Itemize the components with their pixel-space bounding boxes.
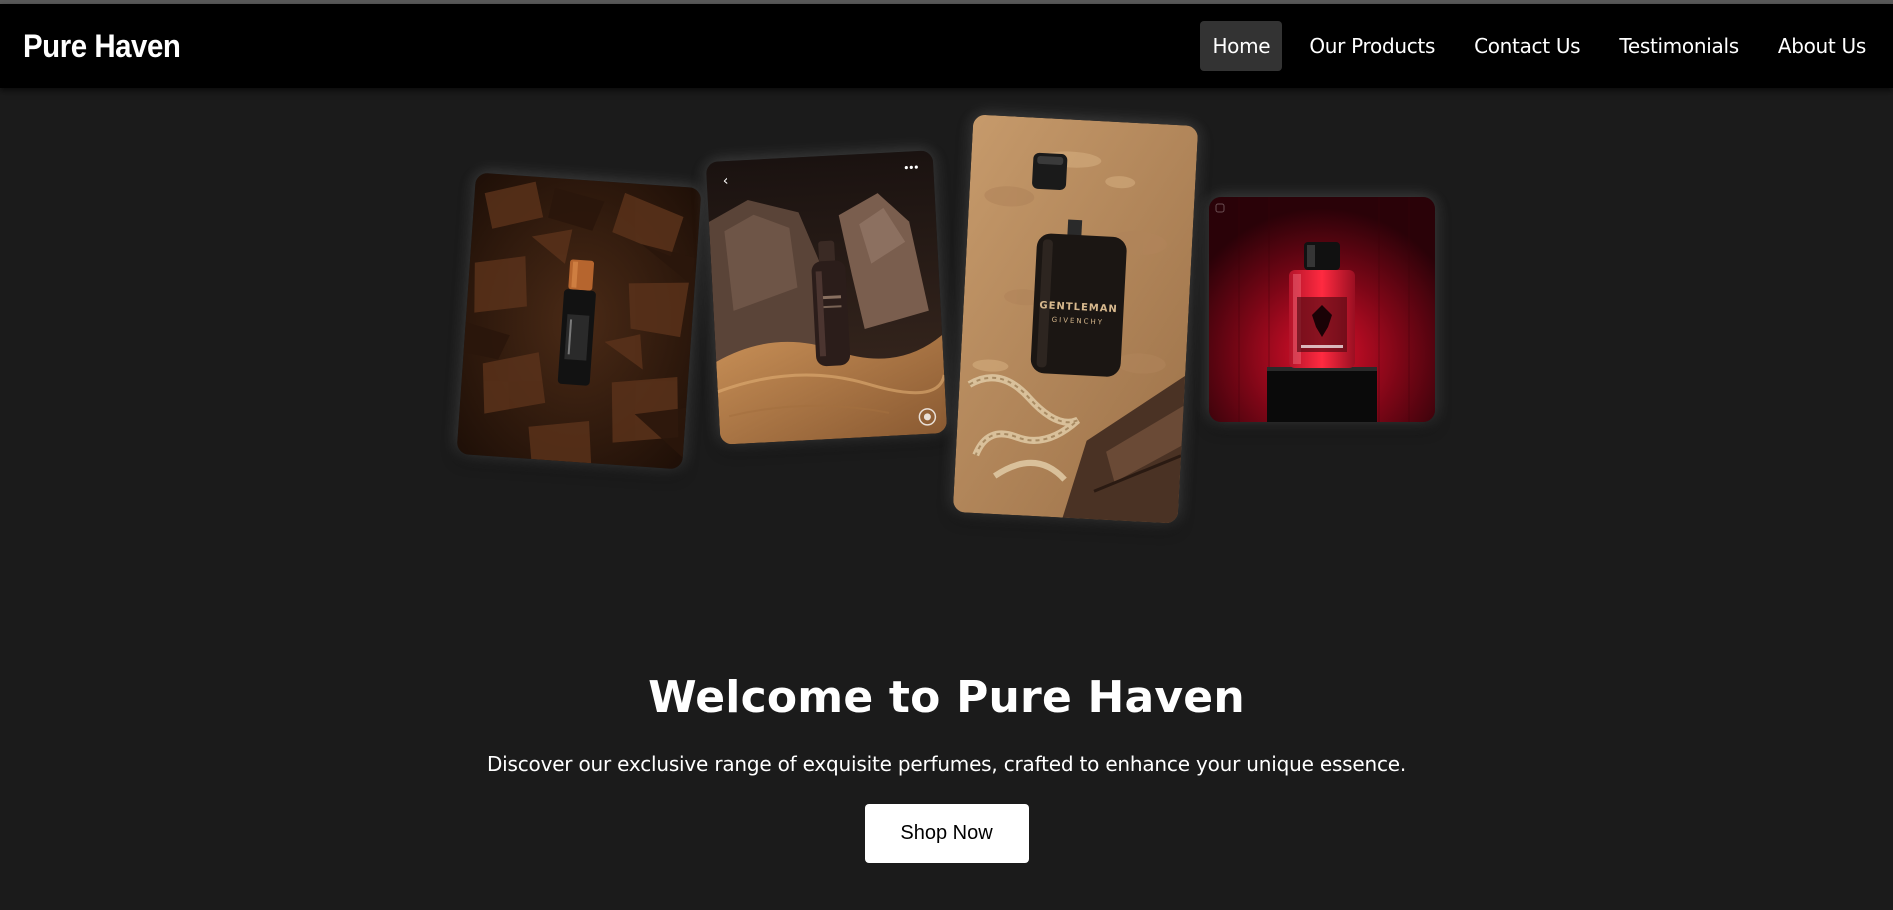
product-gallery: ‹ GENTLEMAN GIVENCHY (0, 88, 1893, 548)
nav-testimonials[interactable]: Testimonials (1607, 21, 1751, 71)
hero-section: Welcome to Pure Haven Discover our exclu… (0, 670, 1893, 863)
hero-subtitle: Discover our exclusive range of exquisit… (486, 752, 1407, 776)
nav-about-us[interactable]: About Us (1766, 21, 1878, 71)
site-header: Pure Haven Home Our Products Contact Us … (0, 4, 1893, 88)
shop-now-button[interactable]: Shop Now (864, 804, 1029, 863)
gallery-image-oud-bottle[interactable] (456, 172, 702, 470)
hero-title: Welcome to Pure Haven (648, 672, 1245, 723)
gallery-image-sand-rocks-bottle[interactable]: ‹ (705, 150, 948, 445)
main-nav: Home Our Products Contact Us Testimonial… (1185, 4, 1878, 88)
gallery-image-red-bottle[interactable] (1209, 197, 1435, 422)
nav-our-products[interactable]: Our Products (1297, 21, 1447, 71)
gallery-image-gentleman-givenchy[interactable]: GENTLEMAN GIVENCHY (952, 114, 1199, 524)
brand-logo[interactable]: Pure Haven (23, 28, 181, 65)
nav-contact-us[interactable]: Contact Us (1462, 21, 1592, 71)
nav-home[interactable]: Home (1200, 21, 1283, 71)
svg-text:‹: ‹ (722, 173, 728, 189)
